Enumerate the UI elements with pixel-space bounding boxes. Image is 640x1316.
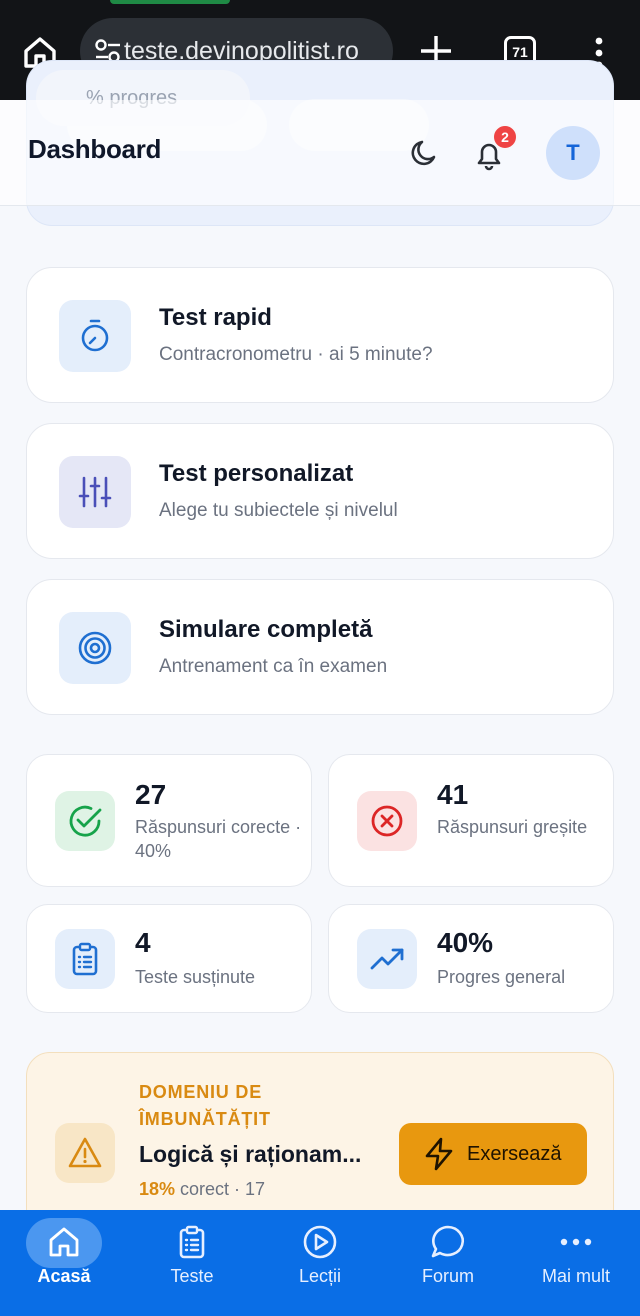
nav-item-home[interactable]: Acasă — [0, 1210, 128, 1310]
improvement-percent: 18% — [139, 1179, 176, 1199]
play-circle-icon — [303, 1225, 337, 1259]
custom-test-card[interactable]: Test personalizat Alege tu subiectele și… — [26, 423, 614, 559]
trending-up-icon — [370, 948, 404, 970]
stat-label: Răspunsuri greșite — [437, 817, 588, 837]
action-subtitle: Antrenament ca în examen — [159, 656, 388, 677]
nav-icon-highlight — [26, 1218, 102, 1268]
full-simulation-card[interactable]: Simulare completă Antrenament ca în exam… — [26, 579, 614, 715]
nav-label: Forum — [421, 1266, 474, 1286]
improvement-stats: 18% corect · 17 — [139, 1179, 265, 1200]
x-circle-icon — [371, 805, 403, 837]
action-subtitle: Alege tu subiectele și nivelul — [159, 500, 398, 521]
stat-label: Teste susținute — [135, 967, 256, 987]
nav-item-lessons[interactable]: Lecții — [256, 1210, 384, 1310]
stat-value: 4 — [135, 927, 151, 958]
stat-label: Răspunsuri corecte · 40% — [135, 817, 302, 861]
target-icon-tile — [59, 612, 131, 684]
notification-badge: 2 — [492, 124, 518, 150]
trend-icon-tile — [357, 929, 417, 989]
home-icon — [49, 1227, 79, 1257]
improvement-stats-text: corect · 17 — [175, 1179, 266, 1199]
improvement-topic: Logică și raționam... — [139, 1141, 362, 1167]
action-title: Simulare completă — [159, 616, 373, 643]
tests-taken-stat: 4 Teste susținute — [26, 904, 312, 1013]
nav-icon-wrap — [538, 1218, 614, 1268]
nav-icon-wrap — [282, 1218, 358, 1268]
bottom-navigation: Acasă Teste Lecții Forum Mai mult — [0, 1210, 640, 1316]
nav-label: Lecții — [298, 1266, 342, 1286]
stat-value: 27 — [135, 779, 167, 810]
timer-icon — [81, 319, 109, 352]
quick-test-card[interactable]: Test rapid Contracronometru · ai 5 minut… — [26, 267, 614, 403]
sliders-icon — [78, 476, 112, 508]
clipboard-icon — [72, 942, 98, 976]
nav-label: Acasă — [37, 1266, 91, 1286]
nav-item-tests[interactable]: Teste — [128, 1210, 256, 1310]
chat-bubble-icon — [431, 1225, 464, 1258]
status-indicator — [110, 0, 230, 4]
improvement-kicker: DOMENIU DE ÎMBUNĂTĂȚIT — [139, 1082, 271, 1129]
nav-label: Teste — [170, 1266, 214, 1286]
overall-progress-stat: 40% Progres general — [328, 904, 614, 1013]
theme-toggle-button[interactable] — [408, 136, 442, 170]
warning-icon — [68, 1137, 102, 1168]
practice-button-label: Exersează — [467, 1143, 562, 1165]
stat-value: 40% — [437, 927, 494, 958]
wrong-answers-stat: 41 Răspunsuri greșite — [328, 754, 614, 887]
timer-icon-tile — [59, 300, 131, 372]
nav-icon-wrap — [410, 1218, 486, 1268]
check-icon-tile — [55, 791, 115, 851]
action-title: Test personalizat — [159, 460, 354, 487]
more-dots-icon — [560, 1238, 592, 1246]
page-title: Dashboard — [28, 134, 162, 164]
nav-item-forum[interactable]: Forum — [384, 1210, 512, 1310]
x-icon-tile — [357, 791, 417, 851]
action-subtitle: Contracronometru · ai 5 minute? — [159, 344, 433, 365]
lightning-icon — [425, 1137, 453, 1171]
clipboard-icon — [179, 1225, 205, 1259]
warning-icon-tile — [55, 1123, 115, 1183]
avatar[interactable]: T — [546, 126, 600, 180]
system-nav-strip — [0, 1304, 640, 1316]
action-title: Test rapid — [159, 304, 272, 331]
nav-label: Mai mult — [541, 1266, 610, 1286]
nav-item-more[interactable]: Mai mult — [512, 1210, 640, 1310]
nav-icon-wrap — [154, 1218, 230, 1268]
clipboard-icon-tile — [55, 929, 115, 989]
moon-icon — [411, 140, 436, 166]
stat-label: Progres general — [437, 967, 566, 987]
target-icon — [78, 631, 112, 665]
practice-button[interactable]: Exersează — [399, 1123, 587, 1185]
check-circle-icon — [69, 805, 102, 837]
correct-answers-stat: 27 Răspunsuri corecte · 40% — [26, 754, 312, 887]
stat-value: 41 — [437, 779, 469, 810]
sliders-icon-tile — [59, 456, 131, 528]
